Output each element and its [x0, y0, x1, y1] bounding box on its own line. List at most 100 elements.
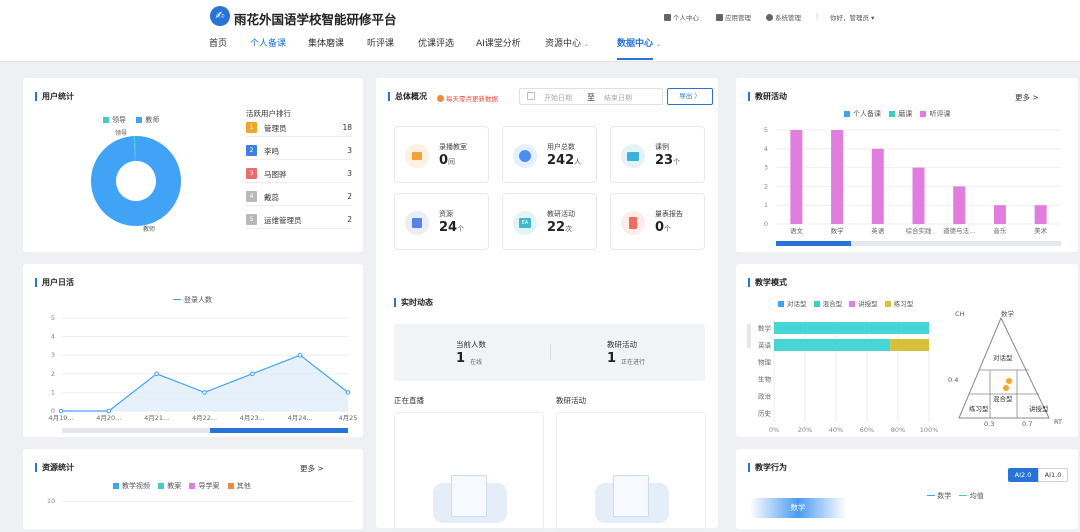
tri-label-dialogue: 对话型 — [993, 354, 1013, 362]
x-tick-label: 英语 — [871, 226, 885, 235]
nav-personal-prep[interactable]: 个人备课 — [250, 36, 286, 49]
live-empty-panel — [394, 412, 544, 532]
stat-tile-users[interactable]: 用户总数 242人 — [502, 126, 597, 183]
stat-tile-activities[interactable]: EA 教研活动 22次 — [502, 193, 597, 250]
app-management-link[interactable]: 应用管理 — [716, 12, 751, 22]
bar-segment — [774, 339, 891, 351]
x-tick-label: 综合实践 — [906, 226, 933, 235]
user-icon — [513, 144, 537, 168]
nav-data-center[interactable]: 数据中心 ⌄ — [617, 36, 661, 49]
resource-stats-card: 资源统计 更多 > 教学视频 教案 导学案 其他 10 — [23, 449, 363, 529]
stat-tile-cases[interactable]: 课例 23个 — [610, 126, 705, 183]
rank-value: 2 — [347, 192, 352, 201]
x-tick-label: 音乐 — [993, 226, 1007, 235]
y-tick-label: 5 — [764, 126, 768, 134]
date-range-picker[interactable]: 开始日期 至 结束日期 — [519, 88, 663, 105]
top-bar: ✍ 雨花外国语学校智能研修平台 个人中心 应用管理 系统管理 | 你好，管理员 … — [0, 0, 1080, 62]
export-button[interactable]: 导出 〉 — [667, 88, 713, 105]
donut-label-teacher: 教师 — [143, 226, 156, 233]
tri-label-mixed: 混合型 — [993, 395, 1013, 403]
nav-lesson-review[interactable]: 听评课 — [367, 36, 394, 49]
x-tick-label: 40% — [829, 426, 843, 434]
behavior-legend: 数学 均值 — [927, 491, 984, 501]
start-date-input[interactable]: 开始日期 — [544, 93, 572, 103]
subject-selector[interactable]: 数学 — [750, 498, 846, 518]
nav-group-lesson[interactable]: 集体磨课 — [308, 36, 344, 49]
rank-value: 3 — [347, 146, 352, 155]
system-management-link[interactable]: 系统管理 — [766, 12, 801, 22]
video-icon — [405, 144, 429, 168]
personal-center-link[interactable]: 个人中心 — [664, 12, 699, 22]
y-tick-label: 1 — [764, 201, 768, 209]
chart-scrollbar[interactable] — [62, 428, 348, 433]
x-tick-label: 60% — [860, 426, 874, 434]
tab-ai1[interactable]: AI1.0 — [1038, 468, 1068, 482]
x-tick-label: 4月25 — [339, 414, 358, 422]
rank-badge: 3 — [246, 168, 257, 179]
x-tick-label: 100% — [920, 426, 939, 434]
tab-ai2[interactable]: AI2.0 — [1008, 468, 1038, 482]
rank-badge: 2 — [246, 145, 257, 156]
x-tick-label: 20% — [798, 426, 812, 434]
scrollbar-thumb[interactable] — [776, 241, 851, 246]
bar-segment — [774, 322, 929, 334]
ternary-diagram — [958, 316, 1050, 419]
y-tick-label: 2 — [51, 370, 55, 378]
scrollbar-thumb[interactable] — [210, 428, 348, 433]
nav-home[interactable]: 首页 — [209, 36, 227, 49]
rank-value: 2 — [347, 215, 352, 224]
data-point — [297, 352, 303, 358]
library-icon — [405, 211, 429, 235]
book-icon — [621, 144, 645, 168]
x-tick-label: 0% — [769, 426, 779, 434]
section-title: 实时动态 — [394, 298, 433, 307]
stat-tile-resources[interactable]: 资源 24个 — [394, 193, 489, 250]
bar — [790, 130, 803, 224]
end-date-input[interactable]: 结束日期 — [604, 93, 632, 103]
donut-slice — [91, 136, 182, 226]
x-tick-label: 4月22... — [192, 414, 217, 422]
legend-swatch — [189, 483, 196, 489]
nav-ai-analysis[interactable]: AI课堂分析 — [476, 36, 521, 49]
bar — [953, 186, 966, 224]
rank-badge: 5 — [246, 214, 257, 225]
y-tick-label: 英语 — [758, 341, 772, 350]
nav-lesson-selection[interactable]: 优课评选 — [418, 36, 454, 49]
user-menu[interactable]: 你好，管理员 ▾ — [830, 12, 874, 22]
x-tick-label: 道德与法... — [943, 226, 975, 235]
activity-title: 教研活动 — [556, 396, 586, 405]
research-activity-card: 教研活动 更多 > 个人备课 磨课 听评课 0 1 2 3 4 5 语文 数学 英语 综合实践 道德… — [736, 78, 1078, 252]
x-tick-label: 美术 — [1034, 226, 1048, 235]
document-icon — [451, 475, 487, 517]
gear-icon — [766, 14, 773, 21]
x-tick-label: 4月21... — [144, 414, 169, 422]
data-point — [202, 390, 207, 395]
stat-tile-classrooms[interactable]: 录播教室 0间 — [394, 126, 489, 183]
stat-tile-reports[interactable]: 量表报告 0个 — [610, 193, 705, 250]
tri-label-x1: 0.3 — [984, 420, 995, 428]
x-tick-label: 4月19... — [48, 414, 73, 422]
y-tick-label: 4 — [51, 333, 55, 341]
tri-label-y: 0.4 — [948, 376, 959, 384]
legend-swatch — [227, 483, 234, 489]
more-link[interactable]: 更多 > — [300, 463, 324, 474]
rank-value: 3 — [347, 169, 352, 178]
y-tick-label: 4 — [764, 145, 768, 153]
section-realtime: 实时动态 — [394, 298, 433, 307]
ea-icon: EA — [513, 211, 537, 235]
research-bar-chart: 0 1 2 3 4 5 语文 数学 英语 综合实践 道德与法... 音乐 美术 — [764, 126, 1061, 235]
activity-value: 1 — [607, 351, 617, 366]
x-tick-label: 80% — [891, 426, 905, 434]
rank-name: 运维管理员 — [264, 216, 302, 225]
report-icon — [621, 211, 645, 235]
chart-scrollbar[interactable] — [776, 241, 1061, 246]
card-title: 资源统计 — [35, 463, 74, 472]
line-area — [61, 355, 348, 411]
nav-resource-center[interactable]: 资源中心 ⌄ — [545, 36, 589, 49]
teaching-behavior-card: 教学行为 AI2.0 AI1.0 数学 均值 数学 — [736, 449, 1078, 529]
rank-row: 3 马图骅 3 — [246, 164, 352, 183]
data-point — [58, 408, 64, 414]
x-tick-label: 4月24... — [288, 414, 313, 422]
y-tick-label: 2 — [764, 182, 768, 190]
x-tick-label: 4月23... — [240, 414, 265, 422]
